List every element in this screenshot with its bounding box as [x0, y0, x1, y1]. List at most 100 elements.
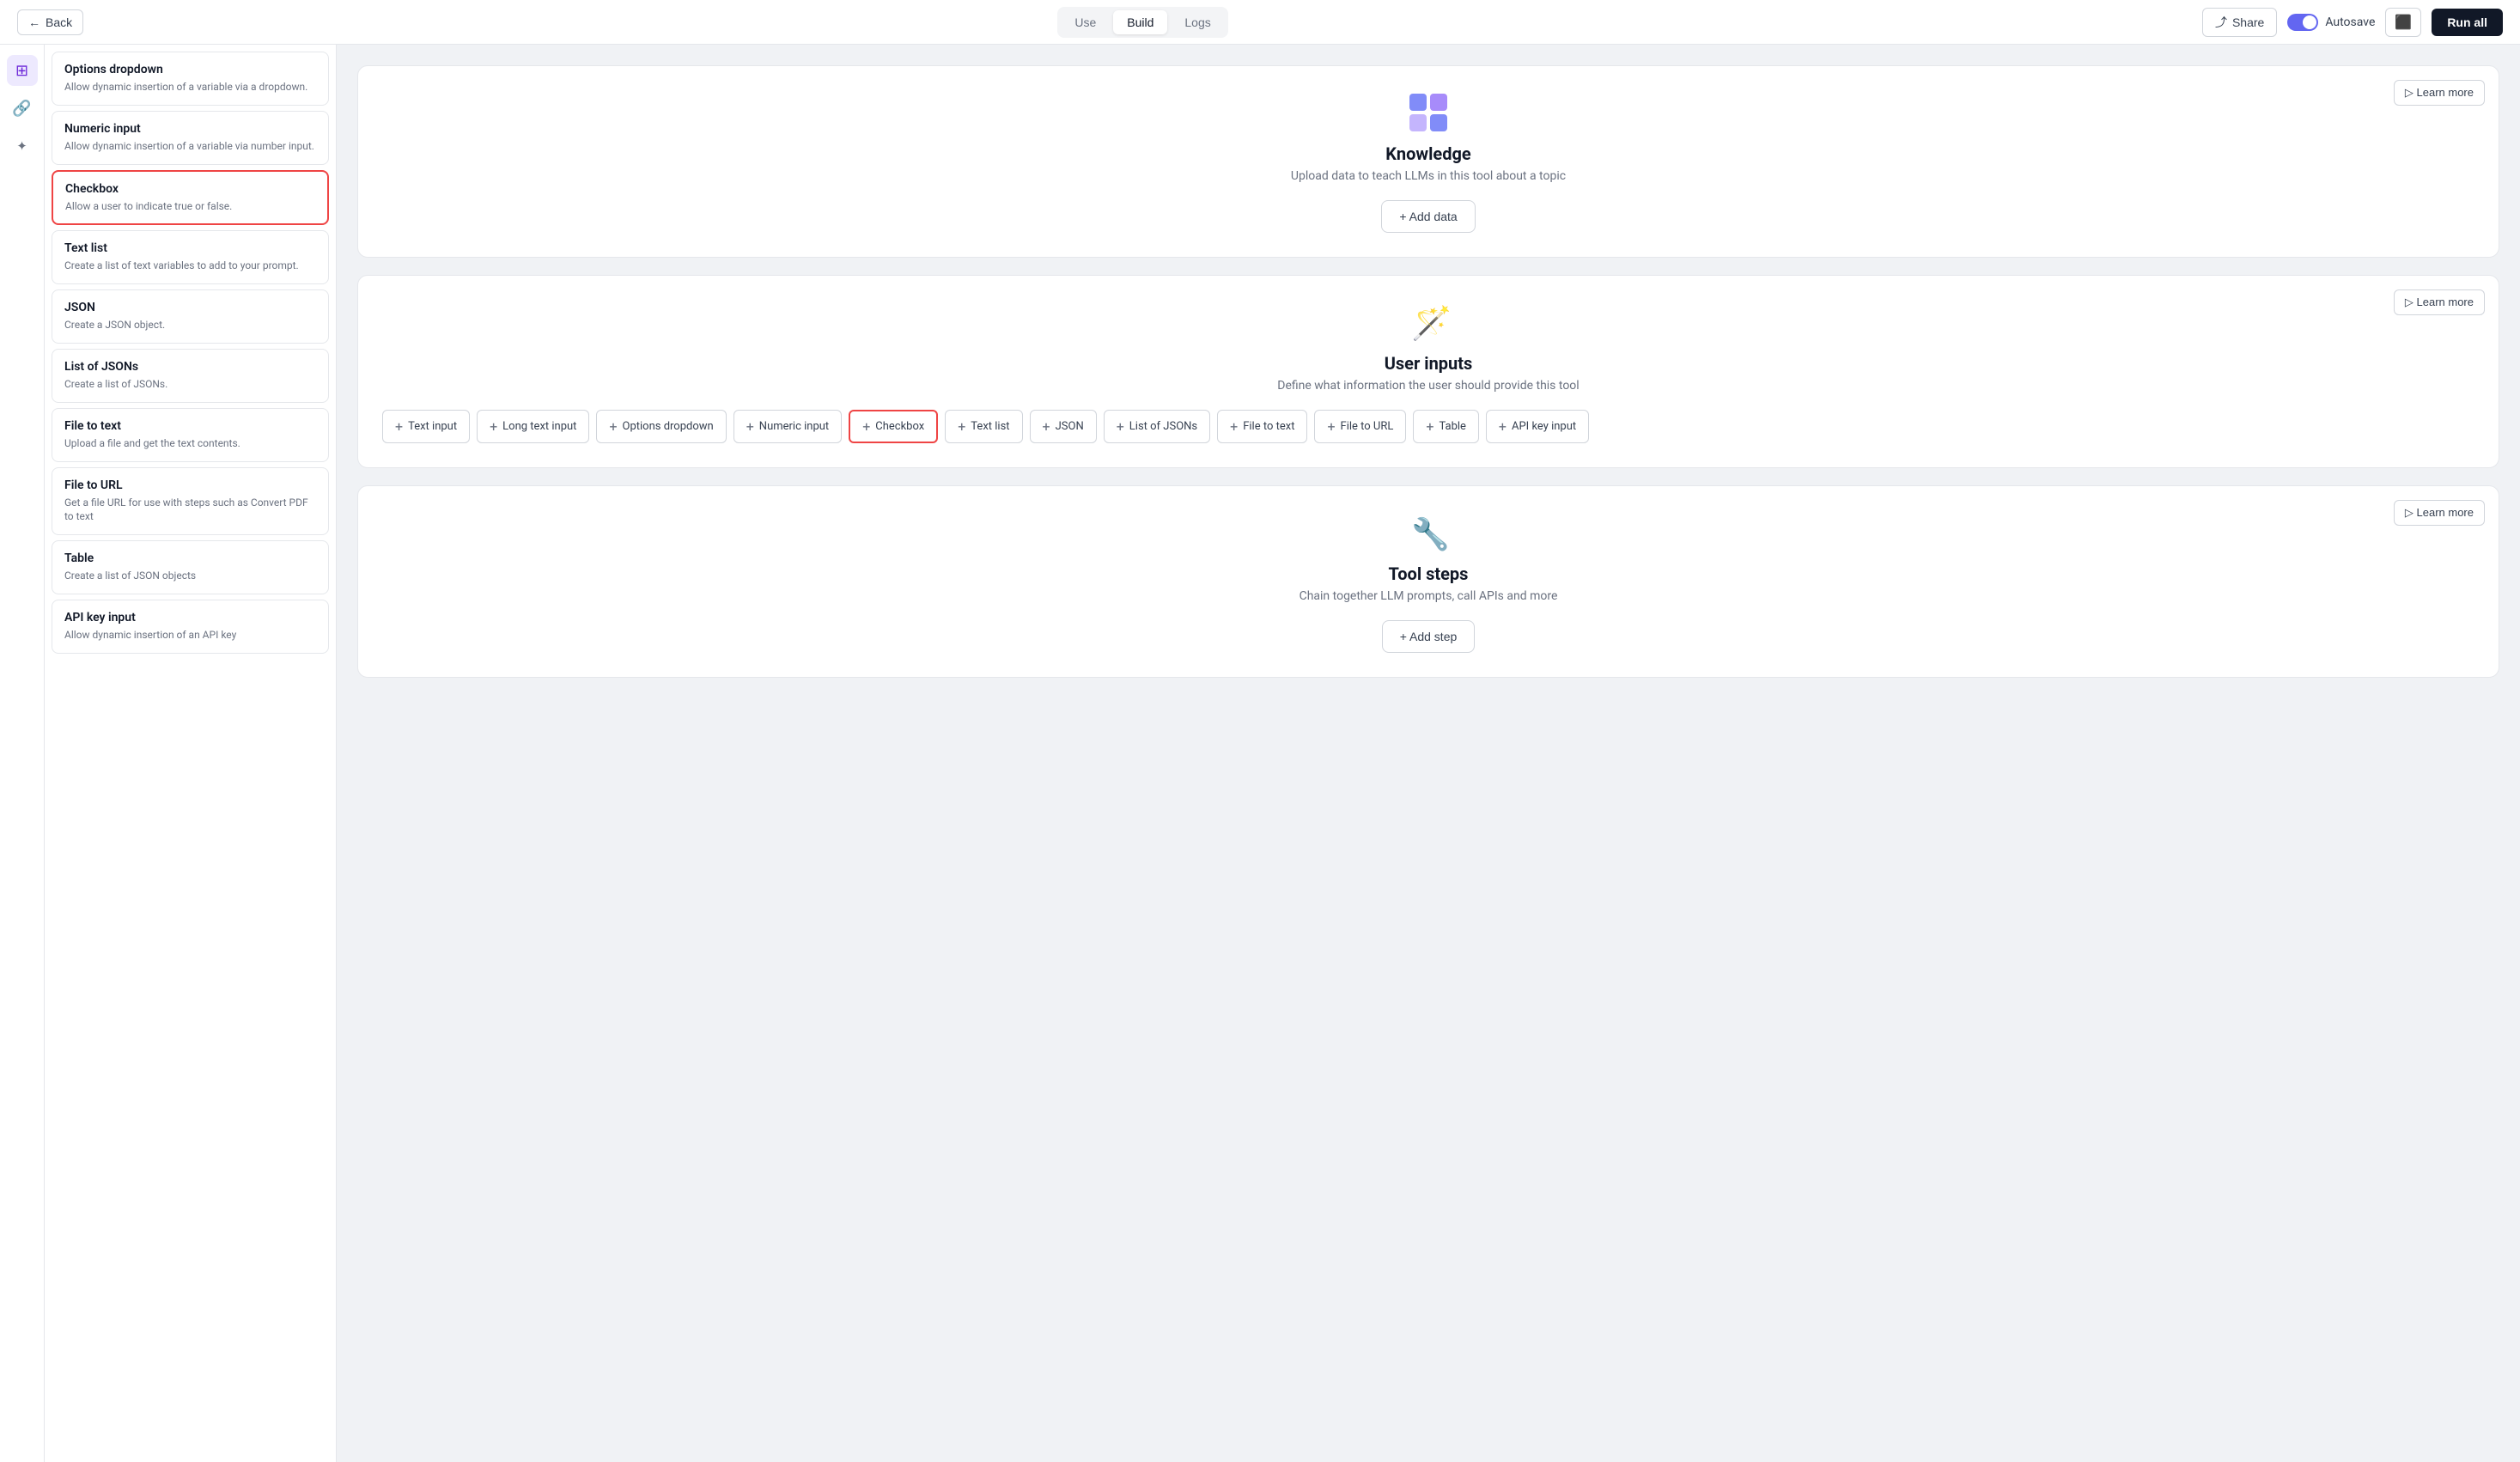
tool-steps-card: ▷ Learn more 🔧 Tool steps Chain together… [357, 485, 2499, 678]
component-item-text-list[interactable]: Text list Create a list of text variable… [52, 230, 329, 284]
chip-text-list[interactable]: + Text list [945, 410, 1022, 443]
sidebar-icon-key[interactable]: ✦ [7, 131, 38, 161]
sidebar-icon-link[interactable]: 🔗 [7, 93, 38, 124]
chip-label: JSON [1056, 420, 1084, 433]
knowledge-card: ▷ Learn more Knowledge Upload data to te… [357, 65, 2499, 258]
navbar-right: ⤴ Share Autosave ⬛ Run all [2202, 8, 2503, 37]
back-label: Back [46, 15, 72, 29]
component-item-api-key-input[interactable]: API key input Allow dynamic insertion of… [52, 600, 329, 654]
navbar-left: ← Back [17, 9, 83, 35]
chip-table[interactable]: + Table [1413, 410, 1479, 443]
main-layout: ⊞ 🔗 ✦ Options dropdown Allow dynamic ins… [0, 45, 2520, 1462]
chip-plus-icon: + [958, 418, 965, 435]
component-item-file-to-text[interactable]: File to text Upload a file and get the t… [52, 408, 329, 462]
link-icon: 🔗 [12, 100, 31, 118]
chip-label: File to URL [1341, 420, 1394, 433]
tool-steps-card-header: 🔧 Tool steps Chain together LLM prompts,… [382, 510, 2474, 603]
chip-plus-icon: + [490, 418, 497, 435]
component-item-checkbox[interactable]: Checkbox Allow a user to indicate true o… [52, 170, 329, 226]
add-step-button[interactable]: + Add step [1382, 620, 1476, 653]
component-title: List of JSONs [64, 360, 316, 374]
back-arrow-icon: ← [28, 15, 40, 29]
chip-plus-icon: + [1117, 418, 1124, 435]
component-item-list-of-jsons[interactable]: List of JSONs Create a list of JSONs. [52, 349, 329, 403]
chip-file-to-url[interactable]: + File to URL [1314, 410, 1406, 443]
save-icon: ⬛ [2395, 15, 2412, 30]
add-data-button[interactable]: + Add data [1381, 200, 1475, 233]
component-item-file-to-url[interactable]: File to URL Get a file URL for use with … [52, 467, 329, 536]
knowledge-learn-more-button[interactable]: ▷ Learn more [2394, 80, 2485, 106]
sidebar-icon-grid[interactable]: ⊞ [7, 55, 38, 86]
user-inputs-learn-more-button[interactable]: ▷ Learn more [2394, 289, 2485, 315]
tool-steps-card-subtitle: Chain together LLM prompts, call APIs an… [1300, 589, 1558, 603]
component-item-options-dropdown[interactable]: Options dropdown Allow dynamic insertion… [52, 52, 329, 106]
chip-plus-icon: + [1426, 418, 1433, 435]
component-desc: Allow dynamic insertion of a variable vi… [64, 139, 316, 154]
knowledge-card-subtitle: Upload data to teach LLMs in this tool a… [1291, 169, 1566, 183]
chip-json[interactable]: + JSON [1030, 410, 1097, 443]
knowledge-card-title: Knowledge [1385, 143, 1470, 164]
chip-label: Text input [408, 420, 457, 433]
userinputs-icon: 🪄 [1408, 302, 1449, 343]
component-desc: Create a list of JSONs. [64, 377, 316, 392]
chip-plus-icon: + [746, 418, 754, 435]
chip-api-key-input[interactable]: + API key input [1486, 410, 1589, 443]
main-content: ▷ Learn more Knowledge Upload data to te… [337, 45, 2520, 1462]
input-chips: + Text input + Long text input + Options… [382, 410, 2474, 443]
chip-label: Long text input [502, 420, 576, 433]
tab-logs[interactable]: Logs [1171, 10, 1224, 34]
component-title: Table [64, 551, 316, 565]
component-desc: Allow a user to indicate true or false. [65, 199, 315, 214]
component-desc: Get a file URL for use with steps such a… [64, 496, 316, 525]
component-item-json[interactable]: JSON Create a JSON object. [52, 289, 329, 344]
save-icon-button[interactable]: ⬛ [2385, 8, 2421, 37]
chip-plus-icon: + [1327, 418, 1335, 435]
svg-text:🔧: 🔧 [1411, 515, 1449, 552]
share-button[interactable]: ⤴ Share [2202, 8, 2277, 37]
chip-label: Options dropdown [623, 420, 714, 433]
toolsteps-icon-wrap: 🔧 [1406, 510, 1451, 555]
component-desc: Allow dynamic insertion of an API key [64, 628, 316, 643]
chip-text-input[interactable]: + Text input [382, 410, 470, 443]
user-inputs-card-subtitle: Define what information the user should … [1277, 379, 1579, 393]
chip-long-text-input[interactable]: + Long text input [477, 410, 589, 443]
component-desc: Create a list of JSON objects [64, 569, 316, 583]
user-inputs-card-title: User inputs [1385, 353, 1473, 374]
chip-numeric-input[interactable]: + Numeric input [733, 410, 842, 443]
navbar-tabs: Use Build Logs [1057, 7, 1227, 38]
chip-checkbox[interactable]: + Checkbox [849, 410, 938, 443]
chip-file-to-text[interactable]: + File to text [1217, 410, 1307, 443]
chip-label: Table [1439, 420, 1465, 433]
chip-list-of-jsons[interactable]: + List of JSONs [1104, 410, 1210, 443]
userinputs-icon-wrap: 🪄 [1406, 300, 1451, 344]
component-title: Numeric input [64, 122, 316, 136]
chip-plus-icon: + [1230, 418, 1238, 435]
back-button[interactable]: ← Back [17, 9, 83, 35]
chip-plus-icon: + [609, 418, 617, 435]
tab-build[interactable]: Build [1113, 10, 1167, 34]
user-inputs-card-header: 🪄 User inputs Define what information th… [382, 300, 2474, 393]
component-title: File to text [64, 419, 316, 433]
chip-label: Numeric input [759, 420, 829, 433]
autosave-toggle[interactable] [2287, 14, 2318, 31]
share-icon: ⤴ [2215, 14, 2227, 31]
chip-plus-icon: + [395, 418, 403, 435]
component-item-numeric-input[interactable]: Numeric input Allow dynamic insertion of… [52, 111, 329, 165]
component-item-table[interactable]: Table Create a list of JSON objects [52, 540, 329, 594]
tool-steps-learn-more-button[interactable]: ▷ Learn more [2394, 500, 2485, 526]
autosave-label: Autosave [2325, 15, 2375, 29]
autosave-wrap: Autosave [2287, 14, 2375, 31]
svg-text:🪄: 🪄 [1411, 304, 1449, 343]
component-desc: Create a JSON object. [64, 318, 316, 332]
tab-use[interactable]: Use [1061, 10, 1110, 34]
toolsteps-icon: 🔧 [1408, 512, 1449, 553]
chip-label: Checkbox [875, 420, 924, 433]
user-inputs-card: ▷ Learn more 🪄 User inputs Define what i… [357, 275, 2499, 468]
component-title: Options dropdown [64, 63, 316, 76]
tool-steps-card-title: Tool steps [1389, 563, 1469, 584]
run-all-button[interactable]: Run all [2432, 9, 2503, 36]
component-title: Checkbox [65, 182, 315, 196]
component-desc: Allow dynamic insertion of a variable vi… [64, 80, 316, 94]
chip-options-dropdown[interactable]: + Options dropdown [596, 410, 726, 443]
knowledge-card-header: Knowledge Upload data to teach LLMs in t… [382, 90, 2474, 183]
